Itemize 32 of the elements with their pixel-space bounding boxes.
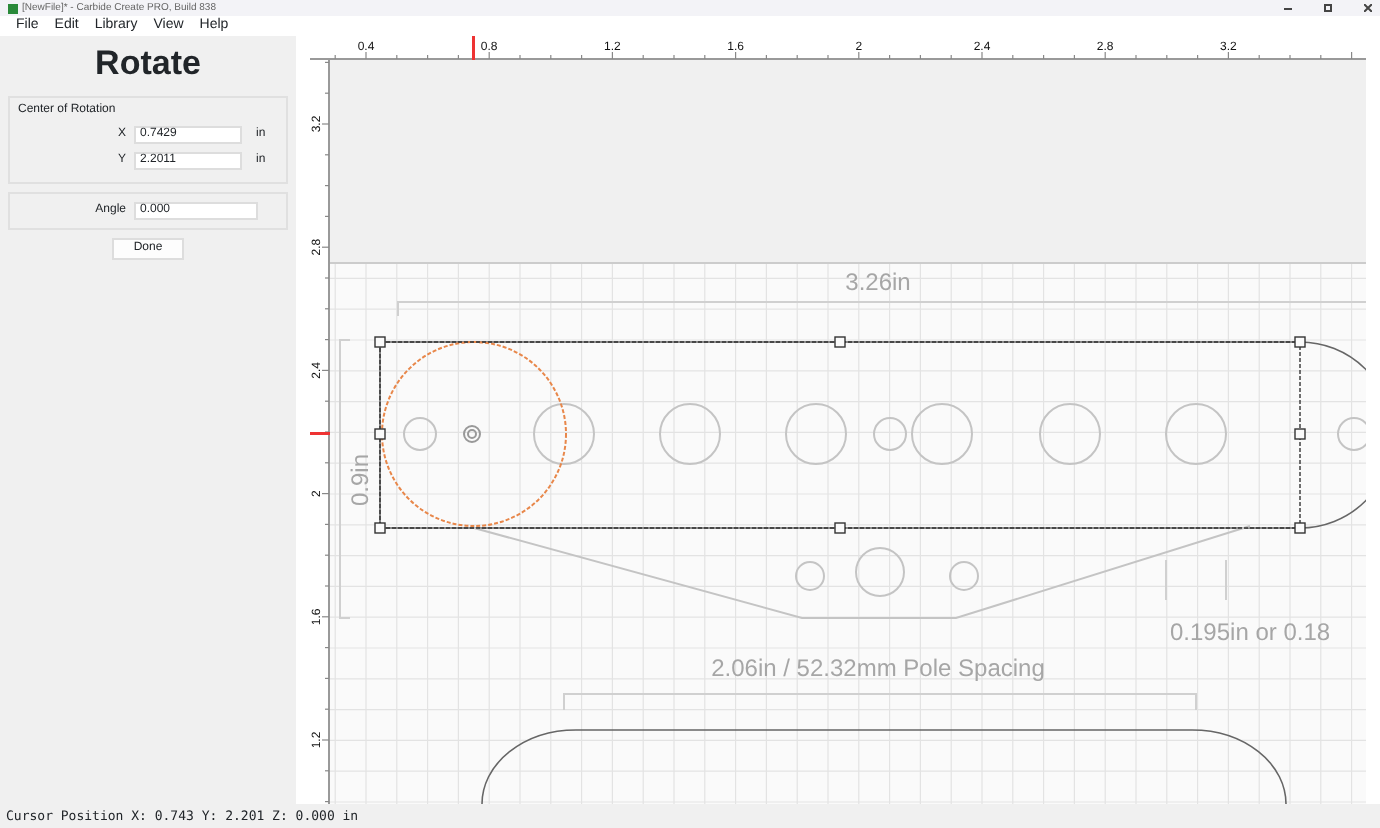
resize-handle[interactable] <box>374 336 386 348</box>
dimension-label: 3.26in <box>845 268 911 296</box>
hole-circle <box>795 561 825 591</box>
hole-circle <box>659 403 721 465</box>
hole-circle <box>949 561 979 591</box>
dimension-label: 0.195in or 0.18 <box>1170 618 1331 646</box>
hole-circle <box>855 547 905 597</box>
hole-circle <box>911 403 973 465</box>
resize-handle[interactable] <box>1294 336 1306 348</box>
hole-circle <box>1165 403 1227 465</box>
app-icon <box>8 3 18 13</box>
minimize-icon[interactable] <box>1284 7 1292 9</box>
hole-circle <box>533 403 595 465</box>
resize-handle[interactable] <box>1294 428 1306 440</box>
cursor-marker <box>472 36 475 60</box>
dimension-bracket <box>1165 559 1227 601</box>
close-icon[interactable] <box>1364 4 1372 12</box>
resize-handle[interactable] <box>1294 522 1306 534</box>
hole-circle <box>785 403 847 465</box>
hole-circle <box>463 425 481 443</box>
hole-circle <box>403 417 437 451</box>
dimension-label: 2.06in / 52.32mm Pole Spacing <box>711 654 1045 682</box>
hole-circle <box>873 417 907 451</box>
panel-title: Rotate <box>93 44 203 84</box>
cursor-marker <box>310 432 330 435</box>
hole-circle <box>1039 403 1101 465</box>
resize-handle[interactable] <box>834 522 846 534</box>
resize-handle[interactable] <box>374 522 386 534</box>
resize-handle[interactable] <box>374 428 386 440</box>
resize-handle[interactable] <box>834 336 846 348</box>
restore-icon[interactable] <box>1324 4 1332 12</box>
dimension-label: 0.9in <box>346 453 374 507</box>
